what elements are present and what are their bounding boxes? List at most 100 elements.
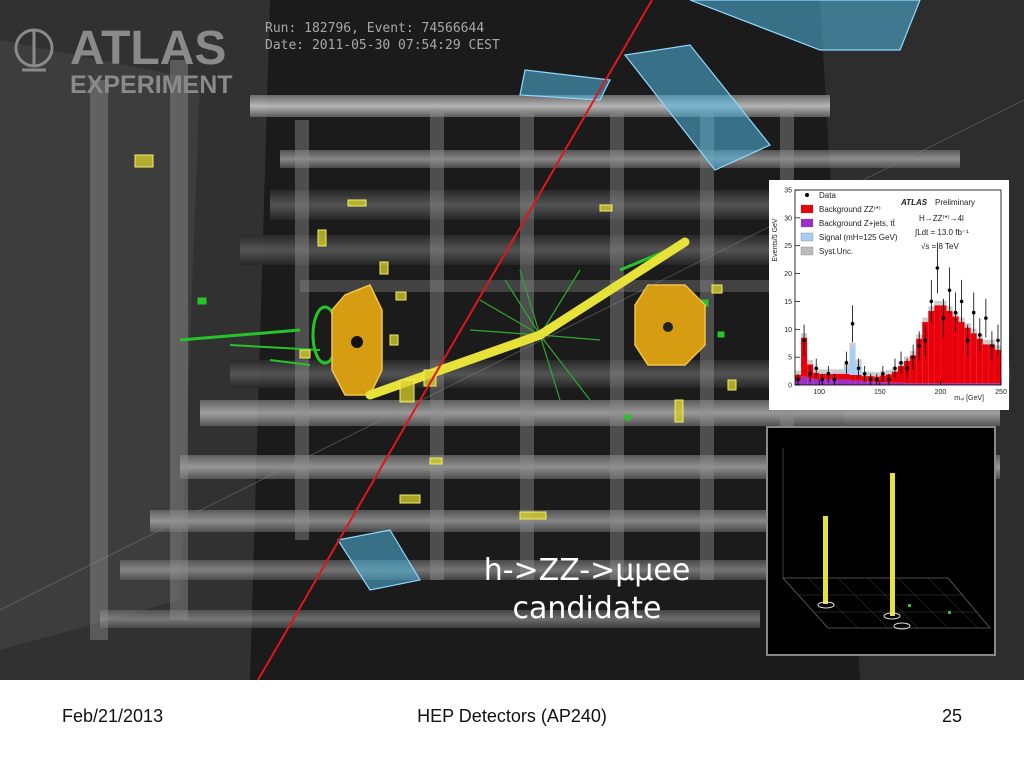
run-number: Run: 182796, Event: 74566644 (265, 21, 485, 36)
event-caption: h->ZZ->μμee candidate (462, 552, 712, 628)
data-point (844, 360, 849, 365)
data-point (874, 377, 879, 382)
bar-signal (849, 347, 856, 375)
mass-histogram: 100 150 200 250 0 5 10 15 20 25 30 35 Events/5 GeV … (769, 180, 1009, 410)
bar-zjets (837, 379, 844, 385)
legend-swatch (800, 246, 814, 256)
event-date: Date: 2011-05-30 07:54:29 CEST (265, 38, 500, 53)
bar-zjets (849, 380, 856, 385)
y-tick-label: 30 (784, 215, 792, 222)
data-point (911, 355, 915, 359)
bar-zz (946, 310, 953, 384)
legend-marker (805, 193, 809, 197)
bar-syst-unc (819, 369, 826, 374)
atlas-label: ATLAS (900, 198, 928, 207)
x-axis-label: m₄ₗ [GeV] (954, 395, 984, 402)
energy-tower-right (890, 473, 895, 616)
y-tick-label: 5 (788, 355, 792, 362)
bar-zjets (801, 376, 808, 385)
process-label: H→ZZ⁽*⁾→4l (919, 214, 964, 223)
bar-syst-unc (934, 300, 941, 306)
data-point (947, 288, 952, 293)
y-tick-label: 10 (784, 327, 792, 334)
legend-swatch (800, 204, 814, 214)
footer-title: HEP Detectors (AP240) (417, 706, 607, 726)
y-tick-label: 20 (784, 271, 792, 278)
y-tick-label: 35 (784, 188, 792, 195)
logo-title: ATLAS (70, 22, 226, 75)
data-point (832, 377, 837, 382)
data-point (899, 360, 903, 365)
legend-label: Data (819, 191, 836, 200)
data-point (856, 366, 861, 371)
data-point (929, 299, 934, 304)
run-info: Run: 182796, Event: 74566644 Date: 2011-0… (265, 20, 500, 54)
lumi-label: ∫Ldt = 13.0 fb⁻¹ (914, 228, 969, 237)
data-point (923, 338, 928, 343)
data-point (965, 338, 970, 343)
data-point (935, 266, 940, 270)
logo-subtitle: EXPERIMENT (70, 71, 233, 99)
x-tick-label: 250 (995, 389, 1007, 396)
bar-syst-unc (922, 317, 929, 323)
bar-zz (982, 344, 989, 384)
data-point (984, 316, 988, 320)
bar-zz (843, 373, 850, 380)
caption-line-1: h->ZZ->μμee (483, 553, 691, 588)
data-point (868, 377, 873, 382)
legend-label: Syst.Unc. (819, 247, 853, 256)
lego-plot-panel (766, 426, 996, 656)
bar-zjets (879, 382, 886, 385)
preliminary-label: Preliminary (935, 198, 975, 207)
y-tick-label: 15 (784, 299, 792, 306)
data-point (850, 321, 855, 326)
data-point (977, 333, 982, 337)
data-point (826, 372, 831, 376)
data-point (990, 344, 994, 348)
bar-zjets (843, 379, 850, 385)
energy-tower-left (823, 516, 828, 604)
bar-zjets (861, 381, 868, 385)
data-point (905, 366, 909, 371)
legend-label: Signal (mH=125 GeV) (819, 233, 898, 242)
bar-zz (970, 333, 977, 384)
data-point (959, 299, 964, 304)
x-tick-label: 150 (874, 389, 886, 396)
data-point (808, 372, 812, 376)
data-point (887, 377, 891, 382)
bar-syst-unc (849, 342, 856, 348)
bar-zjets (813, 379, 820, 385)
data-point (862, 372, 867, 376)
data-point (953, 310, 958, 315)
data-point (941, 316, 946, 320)
histogram-svg: 100 150 200 25005101520253035 Events/5 GeV … (769, 180, 1009, 410)
x-tick-label: 100 (813, 389, 825, 396)
page-number: 25 (941, 706, 962, 726)
data-point (802, 338, 806, 343)
x-tick-label: 200 (935, 389, 947, 396)
data-point (917, 344, 922, 348)
data-point (796, 377, 800, 382)
data-point (893, 366, 897, 371)
data-point (820, 377, 825, 382)
bar-syst-unc (831, 369, 838, 374)
data-point (881, 372, 885, 376)
bar-syst-unc (982, 339, 989, 345)
legend-label: Background Z+jets, tt̄ (819, 219, 896, 228)
legend-swatch (800, 232, 814, 242)
bar-syst-unc (837, 369, 844, 374)
data-point (971, 310, 976, 315)
bar-syst-unc (885, 369, 892, 375)
bar-syst-unc (807, 359, 814, 365)
y-axis-label: Events/5 GeV (772, 218, 779, 262)
legend-swatch (800, 218, 814, 228)
bar-zz (837, 373, 844, 380)
bar-zjets (855, 380, 862, 385)
data-point (996, 338, 1000, 343)
lego-plot (768, 428, 994, 654)
legend-label: Background ZZ⁽*⁾ (819, 205, 881, 214)
bar-zz (934, 305, 941, 384)
energy-label: √s = 8 TeV (921, 242, 959, 251)
bar-zz (958, 322, 965, 384)
bar-zz (849, 374, 856, 381)
